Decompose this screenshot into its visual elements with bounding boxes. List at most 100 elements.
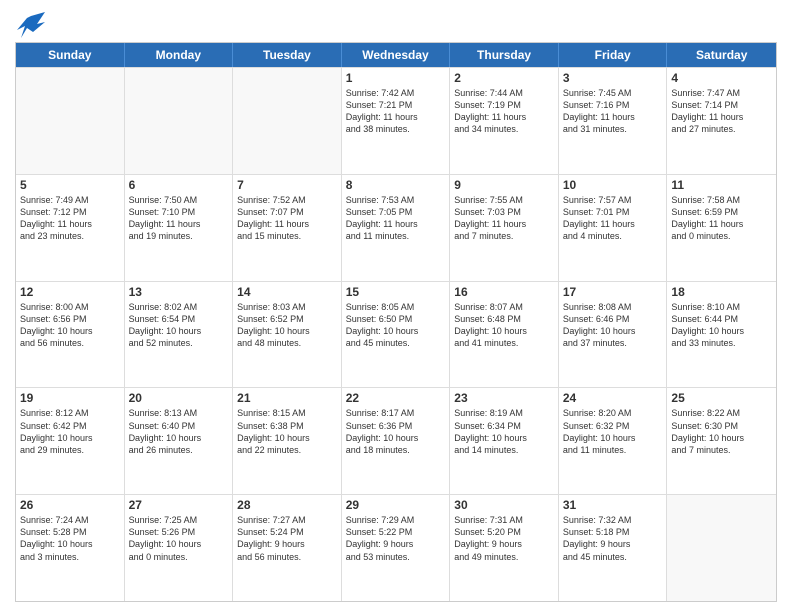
cell-info: Sunrise: 8:02 AMSunset: 6:54 PMDaylight:… <box>129 301 229 350</box>
calendar-cell <box>233 68 342 174</box>
day-number: 21 <box>237 391 337 405</box>
day-number: 27 <box>129 498 229 512</box>
day-number: 18 <box>671 285 772 299</box>
cell-info: Sunrise: 8:08 AMSunset: 6:46 PMDaylight:… <box>563 301 663 350</box>
cell-info: Sunrise: 8:10 AMSunset: 6:44 PMDaylight:… <box>671 301 772 350</box>
cell-info: Sunrise: 8:19 AMSunset: 6:34 PMDaylight:… <box>454 407 554 456</box>
cell-info: Sunrise: 8:22 AMSunset: 6:30 PMDaylight:… <box>671 407 772 456</box>
cell-info: Sunrise: 7:55 AMSunset: 7:03 PMDaylight:… <box>454 194 554 243</box>
day-number: 17 <box>563 285 663 299</box>
day-number: 6 <box>129 178 229 192</box>
day-header-wednesday: Wednesday <box>342 43 451 67</box>
calendar-cell: 18 Sunrise: 8:10 AMSunset: 6:44 PMDayligh… <box>667 282 776 388</box>
day-header-saturday: Saturday <box>667 43 776 67</box>
day-number: 31 <box>563 498 663 512</box>
day-number: 19 <box>20 391 120 405</box>
cell-info: Sunrise: 7:44 AMSunset: 7:19 PMDaylight:… <box>454 87 554 136</box>
calendar-cell <box>125 68 234 174</box>
cell-info: Sunrise: 7:29 AMSunset: 5:22 PMDaylight:… <box>346 514 446 563</box>
day-number: 23 <box>454 391 554 405</box>
day-header-tuesday: Tuesday <box>233 43 342 67</box>
calendar-row-4: 19 Sunrise: 8:12 AMSunset: 6:42 PMDayligh… <box>16 387 776 494</box>
day-number: 12 <box>20 285 120 299</box>
day-number: 11 <box>671 178 772 192</box>
cell-info: Sunrise: 7:49 AMSunset: 7:12 PMDaylight:… <box>20 194 120 243</box>
calendar-cell: 22 Sunrise: 8:17 AMSunset: 6:36 PMDayligh… <box>342 388 451 494</box>
calendar-cell: 31 Sunrise: 7:32 AMSunset: 5:18 PMDayligh… <box>559 495 668 601</box>
day-number: 10 <box>563 178 663 192</box>
day-number: 28 <box>237 498 337 512</box>
calendar-cell: 13 Sunrise: 8:02 AMSunset: 6:54 PMDayligh… <box>125 282 234 388</box>
calendar-header: SundayMondayTuesdayWednesdayThursdayFrid… <box>16 43 776 67</box>
calendar-cell: 7Sunrise: 7:52 AMSunset: 7:07 PMDaylight… <box>233 175 342 281</box>
cell-info: Sunrise: 7:57 AMSunset: 7:01 PMDaylight:… <box>563 194 663 243</box>
day-number: 1 <box>346 71 446 85</box>
cell-info: Sunrise: 8:07 AMSunset: 6:48 PMDaylight:… <box>454 301 554 350</box>
day-number: 30 <box>454 498 554 512</box>
day-header-friday: Friday <box>559 43 668 67</box>
calendar-row-2: 5 Sunrise: 7:49 AMSunset: 7:12 PMDaylight… <box>16 174 776 281</box>
calendar-cell: 28 Sunrise: 7:27 AMSunset: 5:24 PMDayligh… <box>233 495 342 601</box>
calendar-cell: 6Sunrise: 7:50 AMSunset: 7:10 PMDaylight… <box>125 175 234 281</box>
cell-info: Sunrise: 8:15 AMSunset: 6:38 PMDaylight:… <box>237 407 337 456</box>
calendar-cell: 26Sunrise: 7:24 AMSunset: 5:28 PMDayligh… <box>16 495 125 601</box>
cell-info: Sunrise: 8:12 AMSunset: 6:42 PMDaylight:… <box>20 407 120 456</box>
cell-info: Sunrise: 7:31 AMSunset: 5:20 PMDaylight:… <box>454 514 554 563</box>
day-number: 3 <box>563 71 663 85</box>
calendar-cell: 9 Sunrise: 7:55 AMSunset: 7:03 PMDaylight… <box>450 175 559 281</box>
day-number: 2 <box>454 71 554 85</box>
calendar-cell: 15 Sunrise: 8:05 AMSunset: 6:50 PMDayligh… <box>342 282 451 388</box>
cell-info: Sunrise: 8:17 AMSunset: 6:36 PMDaylight:… <box>346 407 446 456</box>
calendar-cell: 17 Sunrise: 8:08 AMSunset: 6:46 PMDayligh… <box>559 282 668 388</box>
day-number: 14 <box>237 285 337 299</box>
day-number: 4 <box>671 71 772 85</box>
calendar-cell: 12 Sunrise: 8:00 AMSunset: 6:56 PMDayligh… <box>16 282 125 388</box>
day-number: 8 <box>346 178 446 192</box>
day-number: 16 <box>454 285 554 299</box>
day-number: 22 <box>346 391 446 405</box>
cell-info: Sunrise: 7:27 AMSunset: 5:24 PMDaylight:… <box>237 514 337 563</box>
cell-info: Sunrise: 7:47 AMSunset: 7:14 PMDaylight:… <box>671 87 772 136</box>
cell-info: Sunrise: 7:52 AMSunset: 7:07 PMDaylight:… <box>237 194 337 243</box>
cell-info: Sunrise: 7:53 AMSunset: 7:05 PMDaylight:… <box>346 194 446 243</box>
cell-info: Sunrise: 7:32 AMSunset: 5:18 PMDaylight:… <box>563 514 663 563</box>
logo <box>15 10 45 34</box>
day-number: 13 <box>129 285 229 299</box>
calendar-cell: 2 Sunrise: 7:44 AMSunset: 7:19 PMDaylight… <box>450 68 559 174</box>
calendar-cell: 5 Sunrise: 7:49 AMSunset: 7:12 PMDaylight… <box>16 175 125 281</box>
day-header-sunday: Sunday <box>16 43 125 67</box>
calendar-cell: 4 Sunrise: 7:47 AMSunset: 7:14 PMDaylight… <box>667 68 776 174</box>
calendar-cell: 11 Sunrise: 7:58 AMSunset: 6:59 PMDayligh… <box>667 175 776 281</box>
calendar-cell: 20Sunrise: 8:13 AMSunset: 6:40 PMDayligh… <box>125 388 234 494</box>
calendar-cell: 14 Sunrise: 8:03 AMSunset: 6:52 PMDayligh… <box>233 282 342 388</box>
calendar-cell <box>667 495 776 601</box>
cell-info: Sunrise: 8:20 AMSunset: 6:32 PMDaylight:… <box>563 407 663 456</box>
calendar-cell: 23 Sunrise: 8:19 AMSunset: 6:34 PMDayligh… <box>450 388 559 494</box>
calendar-cell: 19 Sunrise: 8:12 AMSunset: 6:42 PMDayligh… <box>16 388 125 494</box>
logo-bird-icon <box>17 10 45 38</box>
header <box>15 10 777 34</box>
calendar-row-1: 1 Sunrise: 7:42 AMSunset: 7:21 PMDaylight… <box>16 67 776 174</box>
page: SundayMondayTuesdayWednesdayThursdayFrid… <box>0 0 792 612</box>
cell-info: Sunrise: 8:00 AMSunset: 6:56 PMDaylight:… <box>20 301 120 350</box>
cell-info: Sunrise: 7:42 AMSunset: 7:21 PMDaylight:… <box>346 87 446 136</box>
cell-info: Sunrise: 8:03 AMSunset: 6:52 PMDaylight:… <box>237 301 337 350</box>
calendar-cell: 29Sunrise: 7:29 AMSunset: 5:22 PMDayligh… <box>342 495 451 601</box>
calendar-cell: 30 Sunrise: 7:31 AMSunset: 5:20 PMDayligh… <box>450 495 559 601</box>
cell-info: Sunrise: 7:58 AMSunset: 6:59 PMDaylight:… <box>671 194 772 243</box>
day-number: 9 <box>454 178 554 192</box>
calendar-cell: 8 Sunrise: 7:53 AMSunset: 7:05 PMDaylight… <box>342 175 451 281</box>
cell-info: Sunrise: 8:13 AMSunset: 6:40 PMDaylight:… <box>129 407 229 456</box>
calendar-cell: 21 Sunrise: 8:15 AMSunset: 6:38 PMDayligh… <box>233 388 342 494</box>
day-number: 15 <box>346 285 446 299</box>
calendar-cell: 3Sunrise: 7:45 AMSunset: 7:16 PMDaylight… <box>559 68 668 174</box>
day-number: 5 <box>20 178 120 192</box>
calendar-cell: 24 Sunrise: 8:20 AMSunset: 6:32 PMDayligh… <box>559 388 668 494</box>
day-number: 24 <box>563 391 663 405</box>
calendar-cell: 16 Sunrise: 8:07 AMSunset: 6:48 PMDayligh… <box>450 282 559 388</box>
day-number: 26 <box>20 498 120 512</box>
cell-info: Sunrise: 8:05 AMSunset: 6:50 PMDaylight:… <box>346 301 446 350</box>
calendar-row-5: 26Sunrise: 7:24 AMSunset: 5:28 PMDayligh… <box>16 494 776 601</box>
day-number: 25 <box>671 391 772 405</box>
calendar-cell <box>16 68 125 174</box>
